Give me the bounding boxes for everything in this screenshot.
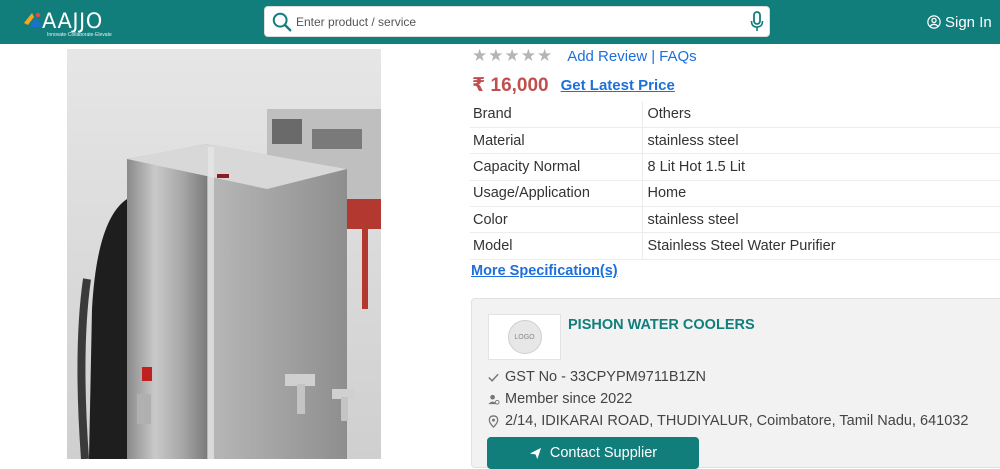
spec-row: Capacity Normal 8 Lit Hot 1.5 Lit [470, 153, 1000, 181]
send-icon [529, 447, 541, 459]
product-image[interactable] [67, 49, 381, 459]
microphone-icon[interactable] [749, 10, 765, 34]
contact-supplier-button[interactable]: Contact Supplier [487, 437, 699, 469]
spec-key: Model [470, 232, 643, 260]
spec-value: Others [642, 101, 1000, 128]
spec-value: stainless steel [642, 206, 1000, 234]
spec-table: Brand Others Material stainless steel Capa… [470, 101, 1000, 260]
spec-row: Color stainless steel [470, 206, 1000, 234]
supplier-card: LOGO PISHON WATER COOLERS GST No - 33CPY… [471, 298, 1000, 469]
supplier-member-since: Member since 2022 [487, 391, 632, 407]
faqs-link[interactable]: FAQs [659, 48, 697, 65]
spec-row: Model Stainless Steel Water Purifier [470, 232, 1000, 260]
top-navbar: AAJJO Innovate·Collaborate·Elevate Sign … [0, 0, 1000, 44]
spec-value: stainless steel [642, 127, 1000, 155]
spec-key: Usage/Application [470, 180, 643, 208]
spec-value: 8 Lit Hot 1.5 Lit [642, 153, 1000, 181]
spec-key: Color [470, 206, 643, 234]
add-review-link[interactable]: Add Review [567, 48, 647, 65]
more-specifications-link[interactable]: More Specification(s) [471, 263, 618, 279]
spec-row: Brand Others [470, 101, 1000, 128]
logo-tagline: Innovate·Collaborate·Elevate [47, 32, 112, 38]
spec-value: Stainless Steel Water Purifier [642, 232, 1000, 260]
rating-row: ★★★★★ Add Review | FAQs [472, 46, 697, 66]
spec-key: Capacity Normal [470, 153, 643, 181]
supplier-logo-placeholder: LOGO [507, 320, 542, 354]
search-input[interactable] [296, 11, 736, 33]
aajjo-logo[interactable]: AAJJO Innovate·Collaborate·Elevate [22, 7, 122, 39]
water-purifier-photo [67, 49, 381, 459]
search-bar [264, 6, 770, 37]
spec-key: Brand [470, 101, 643, 128]
search-icon[interactable] [271, 11, 293, 33]
link-separator: | [651, 47, 656, 65]
gst-text: GST No - 33CPYPM9711B1ZN [505, 369, 706, 385]
supplier-gst: GST No - 33CPYPM9711B1ZN [487, 369, 706, 385]
supplier-address: 2/14, IDIKARAI ROAD, THUDIYALUR, Coimbat… [487, 413, 968, 429]
supplier-logo[interactable]: LOGO [488, 314, 561, 360]
logo-mark-icon [24, 12, 42, 27]
sign-in-label: Sign In [945, 13, 992, 31]
location-pin-icon [488, 414, 499, 428]
user-icon [927, 15, 941, 29]
review-links: Add Review | FAQs [567, 48, 696, 65]
checkmark-icon [488, 373, 499, 382]
spec-key: Material [470, 127, 643, 155]
spec-row: Usage/Application Home [470, 180, 1000, 208]
get-latest-price-link[interactable]: Get Latest Price [561, 77, 675, 94]
rating-stars: ★★★★★ [472, 46, 554, 65]
supplier-name-link[interactable]: PISHON WATER COOLERS [568, 317, 755, 333]
address-text: 2/14, IDIKARAI ROAD, THUDIYALUR, Coimbat… [505, 413, 969, 429]
member-icon [488, 394, 500, 405]
product-price: ₹ 16,000 [472, 75, 549, 96]
spec-row: Material stainless steel [470, 127, 1000, 155]
price-row: ₹ 16,000 Get Latest Price [472, 74, 675, 97]
member-since-text: Member since 2022 [505, 391, 633, 407]
logo-text: AAJJO [42, 9, 103, 33]
spec-value: Home [642, 180, 1000, 208]
sign-in-button[interactable]: Sign In [927, 12, 992, 32]
